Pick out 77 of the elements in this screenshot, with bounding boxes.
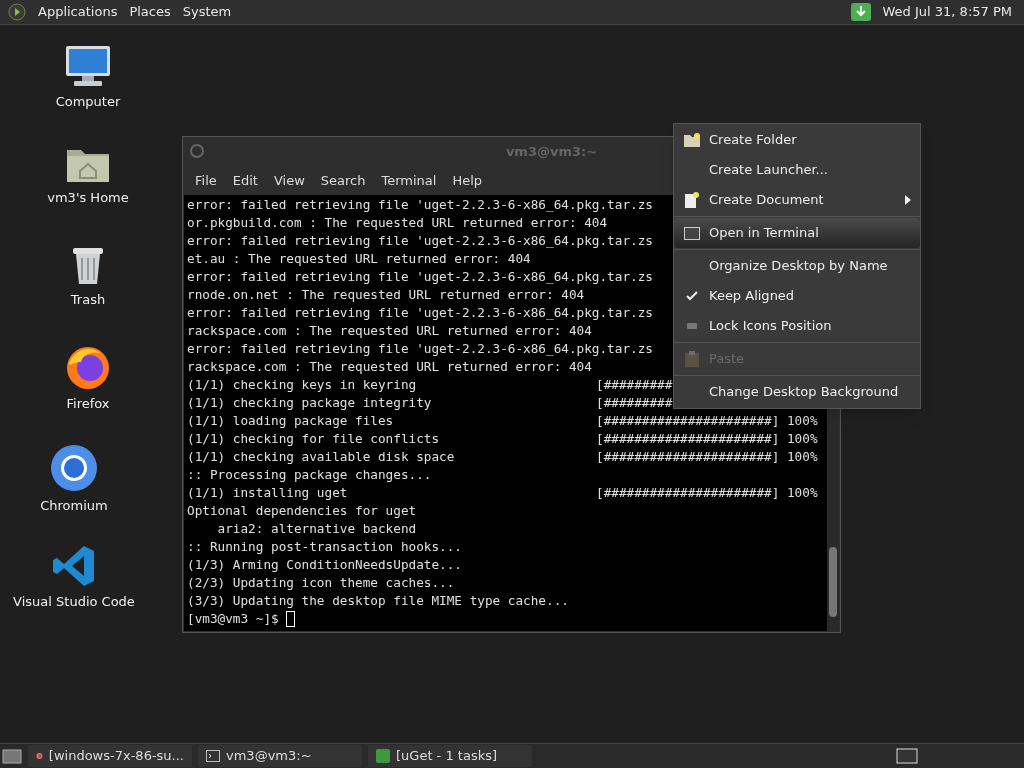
context-menu-item[interactable]: Open in Terminal xyxy=(674,218,920,248)
menu-logo-icon[interactable] xyxy=(8,3,26,21)
terminal-line: :: Processing package changes... xyxy=(187,466,433,484)
window-menu-icon[interactable] xyxy=(189,143,205,159)
terminal-line: error: failed retrieving file 'uget-2.2.3-6-x86_64.pkg.tar.zs xyxy=(187,268,653,286)
checkmark-icon xyxy=(685,291,698,301)
menu-item[interactable]: File xyxy=(187,171,225,191)
menu-item[interactable]: Edit xyxy=(224,171,266,191)
menu-item[interactable]: View xyxy=(265,171,313,191)
terminal-line: (1/1) checking package integrity xyxy=(187,394,433,412)
download-icon xyxy=(376,749,390,763)
progress-text: [######### xyxy=(596,394,673,412)
terminal-line: aria2: alternative backend xyxy=(216,520,418,538)
submenu-arrow-icon xyxy=(905,195,911,205)
terminal-icon xyxy=(683,226,700,240)
panel-menu[interactable]: Applications xyxy=(38,2,118,22)
terminal-line: Optional dependencies for uget xyxy=(187,502,418,520)
context-menu-item[interactable]: Create Folder xyxy=(674,125,920,155)
progress-text: [######################] 100% xyxy=(596,448,818,466)
desktop-icon-label[interactable]: Visual Studio Code xyxy=(13,592,135,612)
menu-item[interactable]: Search xyxy=(312,171,374,191)
clipboard-icon xyxy=(684,351,699,367)
terminal-line: et.au : The requested URL returned error: 404 xyxy=(187,250,532,268)
terminal-line: rackspace.com : The requested URL returned error: 404 xyxy=(187,358,593,376)
chromium-logo-icon xyxy=(50,444,98,492)
menu-item[interactable]: Terminal xyxy=(373,171,445,191)
show-desktop-icon[interactable] xyxy=(2,748,22,764)
terminal-line: error: failed retrieving file 'uget-2.2.3-6-x86_64.pkg.tar.zs xyxy=(187,304,653,322)
vscode-logo-icon xyxy=(52,544,96,588)
menu-item[interactable]: Help xyxy=(444,171,491,191)
terminal-icon xyxy=(206,750,220,762)
terminal-line: :: Running post-transaction hooks... xyxy=(187,538,463,556)
terminal-line: (1/1) checking available disk space xyxy=(187,448,456,466)
progress-text: [######################] 100% xyxy=(596,484,818,502)
terminal-line: (1/1) installing uget xyxy=(187,484,349,502)
folder-icon xyxy=(683,133,700,147)
context-menu-item[interactable]: Organize Desktop by Name xyxy=(674,251,920,281)
shell-prompt: [vm3@vm3 ~]$ xyxy=(187,610,279,628)
terminal-line: error: failed retrieving file 'uget-2.2.3-6-x86_64.pkg.tar.zs xyxy=(187,232,653,250)
workspace-switcher-icon[interactable] xyxy=(896,748,918,764)
terminal-line: rnode.on.net : The requested URL returned error: 404 xyxy=(187,286,586,304)
document-icon xyxy=(684,192,699,208)
context-menu-item[interactable]: Create Launcher... xyxy=(674,155,920,185)
context-menu-item[interactable]: Keep Aligned xyxy=(674,281,920,311)
taskbar-button[interactable]: [windows-7x-86-su... xyxy=(28,745,192,767)
update-notifier-icon[interactable] xyxy=(850,3,871,21)
progress-text: [######### xyxy=(596,376,673,394)
desktop-icon-label[interactable]: Chromium xyxy=(40,496,108,516)
desktop-icon-label[interactable]: Firefox xyxy=(66,394,110,414)
computer-icon xyxy=(64,44,112,88)
lock-icon xyxy=(686,323,697,329)
desktop-icon-label[interactable]: Computer xyxy=(55,92,121,112)
terminal-line: (1/1) loading package files xyxy=(187,412,395,430)
terminal-line: (1/1) checking for file conflicts xyxy=(187,430,441,448)
desktop-icon-label[interactable]: Trash xyxy=(70,290,106,310)
taskbar-button[interactable]: vm3@vm3:~ xyxy=(198,745,362,767)
context-menu-item[interactable]: Lock Icons Position xyxy=(674,311,920,341)
terminal-line: error: failed retrieving file 'uget-2.2.3-6-x86_64.pkg.tar.zs xyxy=(187,196,653,214)
terminal-line: (1/1) checking keys in keyring xyxy=(187,376,418,394)
progress-text: [######################] 100% xyxy=(596,412,818,430)
panel-clock[interactable]: Wed Jul 31, 8:57 PM xyxy=(882,2,1012,22)
terminal-line: (1/3) Arming ConditionNeedsUpdate... xyxy=(187,556,463,574)
progress-text: [######################] 100% xyxy=(596,430,818,448)
taskbar-button[interactable]: [uGet - 1 tasks] xyxy=(368,745,532,767)
firefox-logo-icon xyxy=(65,344,111,390)
desktop-icon-label[interactable]: vm3's Home xyxy=(47,188,129,208)
terminal-line: or.pkgbuild.com : The requested URL returned error: 404 xyxy=(187,214,608,232)
panel-menu[interactable]: Places xyxy=(129,2,171,22)
context-menu-item[interactable]: Create Document xyxy=(674,185,920,215)
context-menu-item[interactable]: Change Desktop Background xyxy=(674,377,920,407)
terminal-line: rackspace.com : The requested URL returned error: 404 xyxy=(187,322,593,340)
terminal-line: error: failed retrieving file 'uget-2.2.3-6-x86_64.pkg.tar.zs xyxy=(187,340,653,358)
window-title: vm3@vm3:~ xyxy=(505,143,598,162)
text-cursor xyxy=(285,611,295,627)
terminal-line: (3/3) Updating the desktop file MIME type cache... xyxy=(187,592,570,610)
panel-menu[interactable]: System xyxy=(182,2,232,22)
terminal-line: (2/3) Updating icon theme caches... xyxy=(187,574,456,592)
